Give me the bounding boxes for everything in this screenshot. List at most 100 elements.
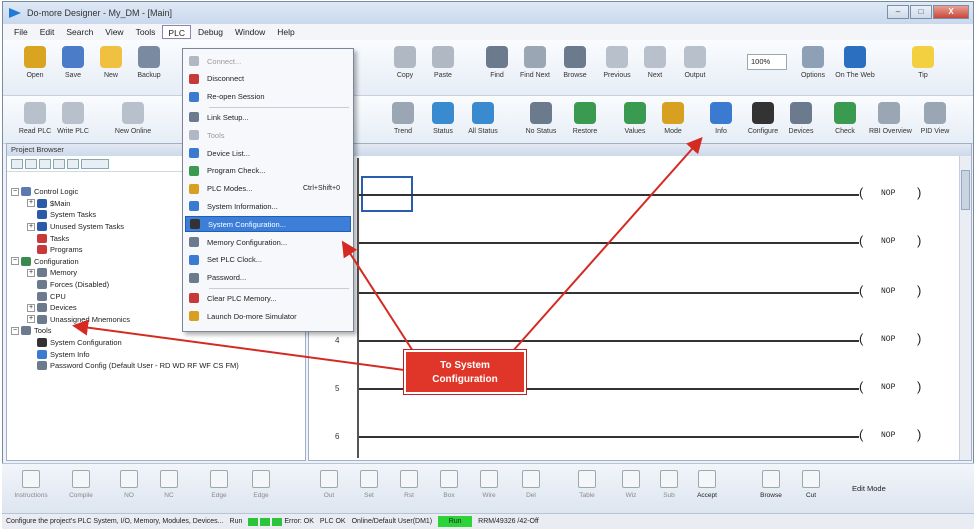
menu-help[interactable]: Help — [272, 25, 299, 39]
plc-menu-item-password[interactable]: Password... — [185, 270, 351, 286]
instruction-button-rst[interactable]: Rst — [392, 468, 426, 508]
instruction-button-box[interactable]: Box — [432, 468, 466, 508]
instruction-button-cut[interactable]: Cut — [794, 468, 828, 508]
instruction-button-table[interactable]: Table — [570, 468, 604, 508]
menu-view[interactable]: View — [100, 25, 128, 39]
toolbar-button-no-status[interactable]: No Status — [521, 100, 561, 146]
tree-expander-icon[interactable]: − — [11, 187, 19, 196]
menu-debug[interactable]: Debug — [193, 25, 228, 39]
instruction-button-edge[interactable]: Edge — [244, 468, 278, 508]
plc-menu-item-set-plc-clock[interactable]: Set PLC Clock... — [185, 252, 351, 268]
tree-node-password-config-default-user-rd-wd-rf-wf-cs-fm[interactable]: Password Config (Default User - RD WD RF… — [11, 360, 301, 372]
title-bar[interactable]: Do-more Designer - My_DM - [Main] – □ X — [3, 2, 973, 24]
plc-menu-item-disconnect[interactable]: Disconnect — [185, 71, 351, 87]
tree-expander-icon[interactable]: + — [27, 199, 35, 208]
plc-menu-item-program-check[interactable]: Program Check... — [185, 163, 351, 179]
tree-tool-button[interactable] — [67, 158, 79, 169]
plc-toolbar: Read PLC Write PLC New Online Trend Status Al… — [3, 96, 973, 144]
instruction-icon — [320, 470, 338, 488]
scrollbar-thumb[interactable] — [961, 170, 970, 210]
instruction-button-set[interactable]: Set — [352, 468, 386, 508]
tree-expander-icon[interactable]: + — [27, 222, 35, 231]
menu-file[interactable]: File — [9, 25, 33, 39]
toolbar-button-find-next[interactable]: Find Next — [515, 44, 555, 90]
plc-menu-item-clear-plc-memory[interactable]: Clear PLC Memory... — [185, 290, 351, 306]
instruction-button-no[interactable]: NO — [112, 468, 146, 508]
instruction-button-out[interactable]: Out — [312, 468, 346, 508]
toolbar-button-check[interactable]: Check — [825, 100, 865, 146]
toolbar-button-new[interactable]: New — [91, 44, 131, 90]
tree-expander-icon[interactable]: − — [11, 326, 19, 335]
tree-node-system-info[interactable]: System Info — [11, 348, 301, 360]
toolbar-button-read-plc[interactable]: Read PLC — [15, 100, 55, 146]
toolbar-button-write-plc[interactable]: Write PLC — [53, 100, 93, 146]
plc-menu-item-device-list[interactable]: Device List... — [185, 145, 351, 161]
instruction-button-compile[interactable]: Compile — [64, 468, 98, 508]
instruction-button-edge[interactable]: Edge — [202, 468, 236, 508]
menu-window[interactable]: Window — [230, 25, 270, 39]
toolbar-button-restore[interactable]: Restore — [565, 100, 605, 146]
toolbar-button-all-status[interactable]: All Status — [463, 100, 503, 146]
tree-expander-icon[interactable]: + — [27, 303, 35, 312]
tree-expander-icon[interactable]: + — [27, 268, 35, 277]
instruction-button-nc[interactable]: NC — [152, 468, 186, 508]
instruction-button-instructions[interactable]: Instructions — [14, 468, 48, 508]
tree-filter-button[interactable] — [81, 158, 109, 169]
plc-menu-item-system-information[interactable]: System Information... — [185, 198, 351, 214]
plc-menu-item-system-configuration[interactable]: System Configuration... — [185, 216, 351, 233]
instruction-button-label: NC — [164, 492, 174, 499]
toolbar-button-previous[interactable]: Previous — [597, 44, 637, 90]
tree-expander-icon[interactable]: − — [11, 257, 19, 266]
toolbar-button-trend[interactable]: Trend — [383, 100, 423, 146]
maximize-button[interactable]: □ — [910, 5, 932, 19]
plc-menu-item-memory-configuration[interactable]: Memory Configuration... — [185, 234, 351, 250]
zoom-select[interactable]: 100% — [747, 54, 787, 70]
toolbar-button-save[interactable]: Save — [53, 44, 93, 90]
instruction-button-wire[interactable]: Wire — [472, 468, 506, 508]
toolbar-button-pid-view[interactable]: PID View — [915, 100, 955, 146]
menu-tools[interactable]: Tools — [131, 25, 161, 39]
toolbar-button-options[interactable]: Options — [793, 44, 833, 90]
tree-node-system-configuration[interactable]: System Configuration — [11, 337, 301, 349]
instruction-button-wiz[interactable]: Wiz — [614, 468, 648, 508]
tree-tool-button[interactable] — [25, 158, 37, 169]
minimize-button[interactable]: – — [887, 5, 909, 19]
toolbar-button-on-the-web[interactable]: On The Web — [835, 44, 875, 90]
toolbar-button-paste[interactable]: Paste — [423, 44, 463, 90]
tree-expander-icon[interactable]: + — [27, 315, 35, 324]
toolbar-button-browse[interactable]: Browse — [555, 44, 595, 90]
plc-menu-item-launch-do-more-simulator[interactable]: Launch Do-more Simulator — [185, 308, 351, 324]
toolbar-button-rbi-overview[interactable]: RBI Overview — [869, 100, 912, 146]
toolbar-button-configure[interactable]: Configure — [743, 100, 783, 146]
ladder-scrollbar[interactable] — [959, 156, 971, 460]
toolbar-button-info[interactable]: Info — [701, 100, 741, 146]
plc-menu-item-link-setup[interactable]: Link Setup... — [185, 109, 351, 125]
instruction-button-sub[interactable]: Sub — [652, 468, 686, 508]
toolbar-button-output[interactable]: Output — [675, 44, 715, 90]
instruction-button-del[interactable]: Del — [514, 468, 548, 508]
plc-menu-item-re-open-session[interactable]: Re-open Session — [185, 89, 351, 105]
toolbar-button-copy[interactable]: Copy — [385, 44, 425, 90]
toolbar-button-new-online[interactable]: New Online — [113, 100, 153, 146]
toolbar-button-find[interactable]: Find — [477, 44, 517, 90]
menu-search[interactable]: Search — [61, 25, 98, 39]
toolbar-button-status[interactable]: Status — [423, 100, 463, 146]
toolbar-button-devices[interactable]: Devices — [781, 100, 821, 146]
tree-tool-button[interactable] — [39, 158, 51, 169]
toolbar-button-next[interactable]: Next — [635, 44, 675, 90]
tree-tool-button[interactable] — [11, 158, 23, 169]
instruction-button-browse[interactable]: Browse — [754, 468, 788, 508]
menu-edit[interactable]: Edit — [35, 25, 60, 39]
edit-mode-label[interactable]: Edit Mode — [852, 484, 886, 493]
menu-plc[interactable]: PLC — [162, 25, 191, 39]
toolbar-button-mode[interactable]: Mode — [653, 100, 693, 146]
ladder-editor[interactable]: (NOP) (NOP) (NOP) (NOP) 4 (NOP) 5 (NOP) 6 — [308, 143, 972, 461]
toolbar-button-tip[interactable]: Tip — [903, 44, 943, 90]
toolbar-button-backup[interactable]: Backup — [129, 44, 169, 90]
plc-menu-item-plc-modes[interactable]: PLC Modes... Ctrl+Shift+0 — [185, 181, 351, 197]
close-button[interactable]: X — [933, 5, 969, 19]
toolbar-button-values[interactable]: Values — [615, 100, 655, 146]
instruction-button-accept[interactable]: Accept — [690, 468, 724, 508]
toolbar-button-open[interactable]: Open — [15, 44, 55, 90]
tree-tool-button[interactable] — [53, 158, 65, 169]
